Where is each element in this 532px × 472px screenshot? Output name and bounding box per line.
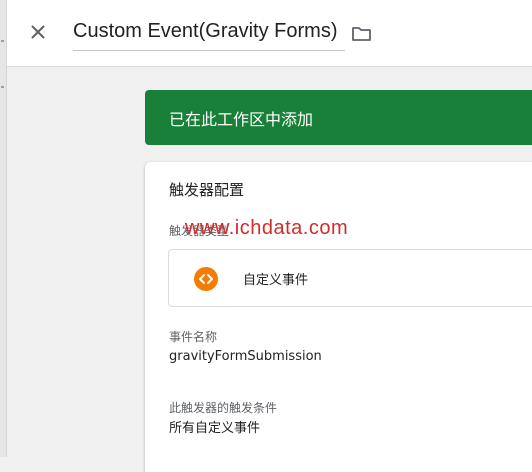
code-brackets-icon [194, 267, 218, 291]
fire-on-value: 所有自定义事件 [169, 421, 261, 436]
close-button[interactable] [27, 21, 49, 43]
fire-on-label: 此触发器的触发条件 [169, 401, 278, 415]
edge-mark [1, 86, 4, 88]
watermark: www.ichdata.com [185, 217, 349, 239]
edge-mark [1, 40, 4, 42]
event-name-value: gravityFormSubmission [169, 349, 322, 364]
event-name-label: 事件名称 [169, 330, 218, 344]
added-to-workspace-banner: 已在此工作区中添加 [145, 90, 532, 145]
card-title: 触发器配置 [169, 181, 245, 199]
folder-icon [352, 27, 371, 41]
trigger-configuration-card: 触发器配置 触发器类型 www.ichdata.com 自定义事件 事件名称 g… [145, 162, 532, 472]
window-edge [0, 0, 7, 457]
close-icon [31, 25, 45, 39]
trigger-name-input[interactable]: Custom Event(Gravity Forms) [73, 18, 345, 51]
trigger-type-name: 自定义事件 [243, 273, 309, 288]
trigger-type-selector[interactable]: 自定义事件 [168, 249, 532, 307]
banner-text: 已在此工作区中添加 [169, 110, 314, 129]
trigger-name-text: Custom Event(Gravity Forms) [73, 20, 338, 42]
folder-button[interactable] [351, 24, 373, 44]
trigger-editor-header: Custom Event(Gravity Forms) [7, 0, 532, 67]
